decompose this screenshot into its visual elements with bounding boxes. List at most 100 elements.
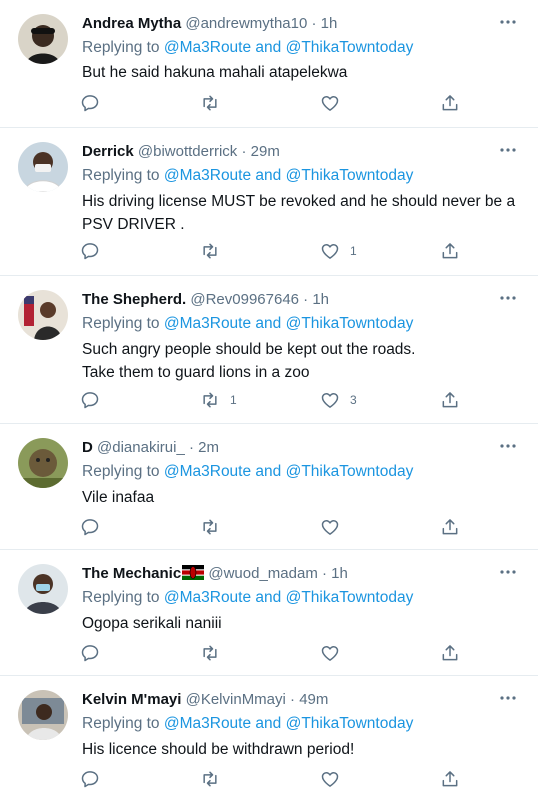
user-handle[interactable]: @dianakirui_: [97, 439, 185, 456]
more-icon[interactable]: [498, 140, 518, 160]
like-icon: [321, 772, 339, 787]
mention-link[interactable]: @Ma3Route and @ThikaTowntoday: [164, 315, 413, 332]
more-icon[interactable]: [498, 288, 518, 308]
display-name[interactable]: The Shepherd.: [82, 291, 186, 308]
share-button[interactable]: [440, 642, 460, 664]
replying-to-label: Replying to: [82, 589, 160, 606]
avatar[interactable]: [18, 564, 68, 614]
like-button[interactable]: 3: [320, 389, 357, 411]
avatar[interactable]: [18, 690, 68, 740]
reply-icon: [81, 392, 99, 409]
action-bar: [80, 642, 480, 664]
more-icon[interactable]: [498, 688, 518, 708]
replying-to: Replying to @Ma3Route and @ThikaTowntoda…: [82, 588, 413, 608]
avatar[interactable]: [18, 290, 68, 340]
tweet-text: His driving license MUST be revoked and …: [82, 193, 516, 233]
tweet-header: The Mechanic @wuod_madam · 1h: [82, 564, 494, 584]
timestamp[interactable]: 1h: [312, 291, 329, 308]
kenya-flag-icon: [182, 565, 205, 580]
mention-link[interactable]: @Ma3Route and @ThikaTowntoday: [164, 589, 413, 606]
share-icon: [442, 771, 458, 787]
like-button[interactable]: [320, 642, 350, 664]
timestamp[interactable]: 1h: [321, 15, 338, 32]
like-icon: [321, 646, 339, 661]
tweet[interactable]: Kelvin M'mayi @KelvinMmayi · 49m Replyin…: [0, 676, 538, 796]
share-button[interactable]: [440, 516, 460, 538]
tweet-text: His licence should be withdrawn period!: [82, 741, 355, 758]
tweet-header: Derrick @biwottderrick · 29m: [82, 142, 494, 162]
mention-link[interactable]: @Ma3Route and @ThikaTowntoday: [164, 715, 413, 732]
tweet[interactable]: The Shepherd. @Rev09967646 · 1h Replying…: [0, 276, 538, 424]
retweet-button[interactable]: [200, 92, 230, 114]
display-name[interactable]: D: [82, 439, 93, 456]
share-icon: [442, 243, 458, 259]
display-name[interactable]: Kelvin M'mayi: [82, 691, 181, 708]
like-icon: [321, 520, 339, 535]
like-count: 3: [350, 393, 357, 407]
reply-icon: [81, 645, 99, 662]
replying-to-label: Replying to: [82, 167, 160, 184]
user-handle[interactable]: @biwottderrick: [138, 143, 237, 160]
like-button[interactable]: 1: [320, 240, 357, 262]
avatar[interactable]: [18, 438, 68, 488]
retweet-icon: [203, 771, 217, 787]
more-icon[interactable]: [498, 12, 518, 32]
mention-link[interactable]: @Ma3Route and @ThikaTowntoday: [164, 463, 413, 480]
display-name[interactable]: The Mechanic: [82, 565, 181, 582]
share-button[interactable]: [440, 240, 460, 262]
user-handle[interactable]: @andrewmytha10: [185, 15, 307, 32]
timestamp[interactable]: 29m: [251, 143, 280, 160]
action-bar: [80, 516, 480, 538]
retweet-button[interactable]: 1: [200, 389, 237, 411]
more-icon[interactable]: [498, 562, 518, 582]
tweet-header: Andrea Mytha @andrewmytha10 · 1h: [82, 14, 494, 34]
user-handle[interactable]: @KelvinMmayi: [186, 691, 286, 708]
avatar[interactable]: [18, 142, 68, 192]
tweet[interactable]: The Mechanic @wuod_madam · 1h Replying t…: [0, 550, 538, 676]
retweet-button[interactable]: [200, 768, 230, 790]
reply-button[interactable]: [80, 92, 100, 114]
reply-button[interactable]: [80, 389, 100, 411]
replying-to: Replying to @Ma3Route and @ThikaTowntoda…: [82, 314, 413, 334]
replying-to-label: Replying to: [82, 463, 160, 480]
share-button[interactable]: [440, 92, 460, 114]
mention-link[interactable]: @Ma3Route and @ThikaTowntoday: [164, 167, 413, 184]
replying-to: Replying to @Ma3Route and @ThikaTowntoda…: [82, 714, 413, 734]
retweet-icon: [203, 243, 217, 259]
timestamp[interactable]: 49m: [299, 691, 328, 708]
tweet[interactable]: Andrea Mytha @andrewmytha10 · 1h Replyin…: [0, 0, 538, 128]
user-handle[interactable]: @Rev09967646: [190, 291, 299, 308]
avatar[interactable]: [18, 14, 68, 64]
like-icon: [321, 244, 339, 259]
separator-dot: ·: [299, 291, 313, 308]
tweet[interactable]: Derrick @biwottderrick · 29m Replying to…: [0, 128, 538, 276]
reply-button[interactable]: [80, 642, 100, 664]
retweet-button[interactable]: [200, 240, 230, 262]
like-button[interactable]: [320, 92, 350, 114]
reply-icon: [81, 771, 99, 788]
timestamp[interactable]: 2m: [198, 439, 219, 456]
replying-to-label: Replying to: [82, 39, 160, 56]
action-bar: 1 3: [80, 389, 480, 411]
retweet-button[interactable]: [200, 642, 230, 664]
action-bar: [80, 92, 480, 114]
reply-button[interactable]: [80, 240, 100, 262]
more-icon[interactable]: [498, 436, 518, 456]
tweet-text: Vile inafaa: [82, 489, 155, 506]
reply-icon: [81, 519, 99, 536]
reply-button[interactable]: [80, 516, 100, 538]
timestamp[interactable]: 1h: [331, 565, 348, 582]
like-button[interactable]: [320, 768, 350, 790]
display-name[interactable]: Andrea Mytha: [82, 15, 181, 32]
user-handle[interactable]: @wuod_madam: [208, 565, 317, 582]
like-icon: [321, 96, 339, 111]
display-name[interactable]: Derrick: [82, 143, 134, 160]
tweet[interactable]: D @dianakirui_ · 2m Replying to @Ma3Rout…: [0, 424, 538, 550]
mention-link[interactable]: @Ma3Route and @ThikaTowntoday: [164, 39, 413, 56]
share-button[interactable]: [440, 389, 460, 411]
share-button[interactable]: [440, 768, 460, 790]
like-button[interactable]: [320, 516, 350, 538]
retweet-icon: [203, 519, 217, 535]
retweet-button[interactable]: [200, 516, 230, 538]
reply-button[interactable]: [80, 768, 100, 790]
